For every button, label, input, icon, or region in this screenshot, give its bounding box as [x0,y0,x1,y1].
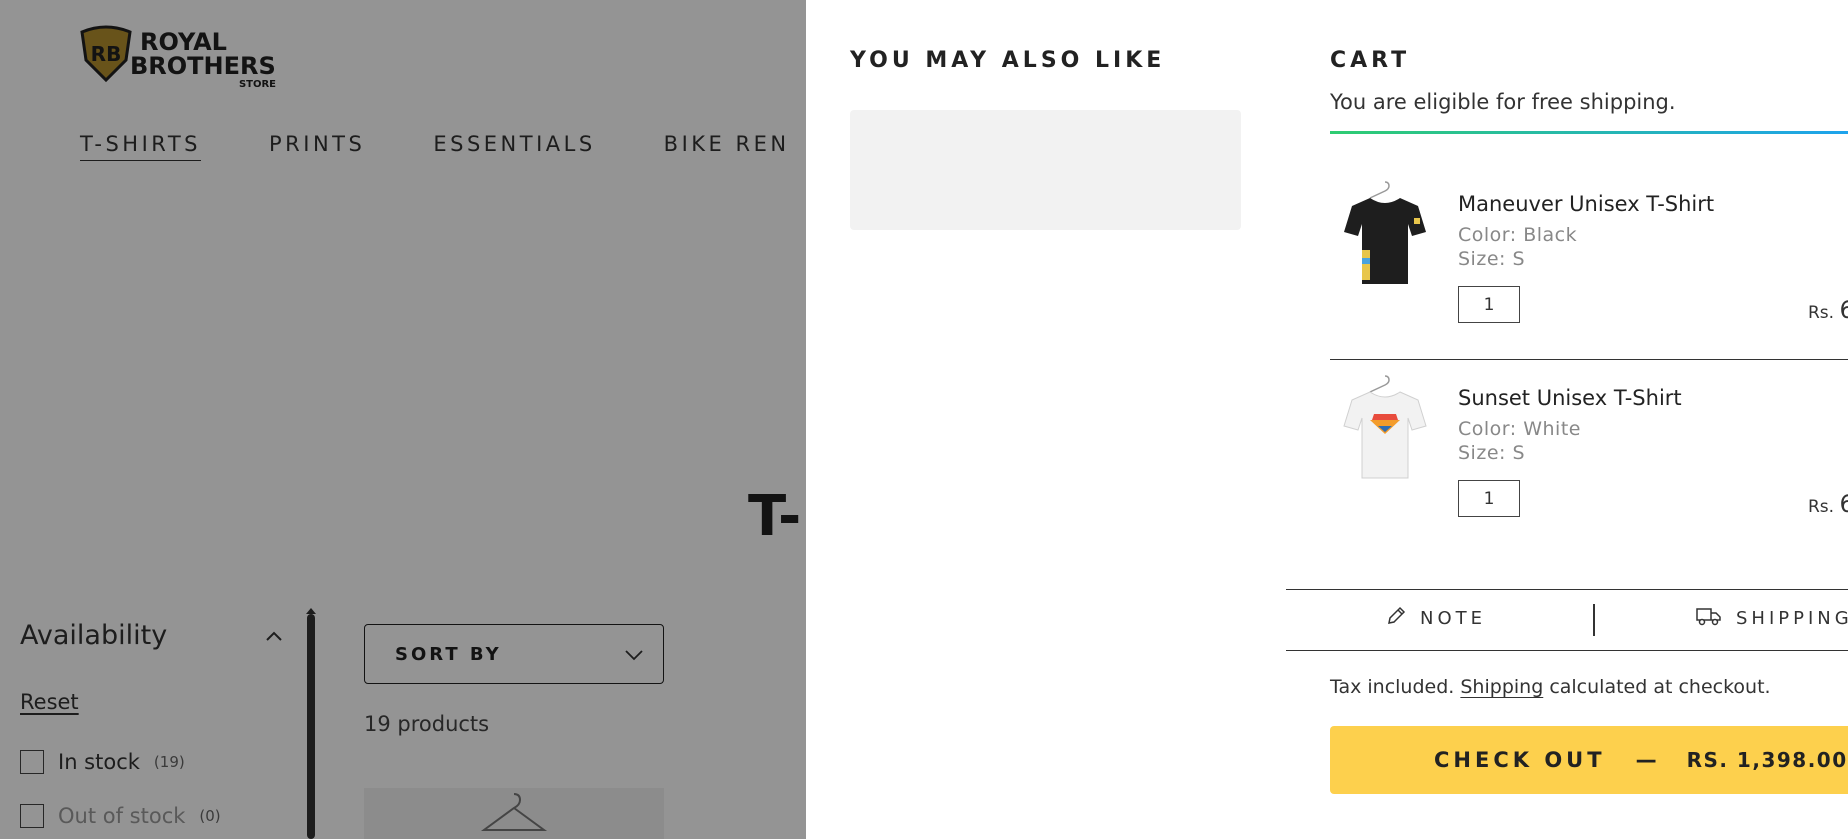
cart-drawer: CART You are eligible for free shipping.… [1286,0,1848,839]
price-value: 6 [1839,490,1848,518]
cart-item-color: Color: White [1458,418,1581,440]
checkout-separator: — [1635,748,1657,772]
cart-item: Maneuver Unisex T-Shirt Color: Black Siz… [1330,170,1848,360]
cart-title: CART [1330,48,1411,73]
tools-divider [1593,604,1595,636]
price-currency: Rs. [1808,497,1835,517]
quantity-input[interactable] [1458,286,1520,323]
cart-item-price: Rs. 6 [1808,296,1848,324]
cart-item: Sunset Unisex T-Shirt Color: White Size:… [1330,364,1848,554]
tax-note: Tax included. Shipping calculated at che… [1330,676,1771,698]
shipping-estimate-button[interactable]: SHIPPING [1696,606,1848,631]
product-thumbnail[interactable] [1340,374,1430,484]
checkout-button[interactable]: CHECK OUT — RS. 1,398.00 [1330,726,1848,794]
tax-note-suffix: calculated at checkout. [1549,676,1771,698]
upsell-product-placeholder [850,110,1241,230]
upsell-panel: YOU MAY ALSO LIKE [806,0,1286,839]
cart-tools-bar: NOTE SHIPPING [1286,589,1848,651]
cart-item-name[interactable]: Sunset Unisex T-Shirt [1458,386,1682,410]
price-currency: Rs. [1808,303,1835,323]
cart-item-color: Color: Black [1458,224,1578,246]
quantity-input[interactable] [1458,480,1520,517]
product-thumbnail[interactable] [1340,180,1430,290]
note-button[interactable]: NOTE [1386,606,1486,631]
free-shipping-progress-bar [1330,131,1848,134]
cart-item-size: Size: S [1458,442,1526,464]
truck-icon [1696,606,1722,631]
cart-item-size: Size: S [1458,248,1526,270]
tax-note-prefix: Tax included. [1330,676,1455,698]
pencil-icon [1386,606,1406,631]
checkout-total: RS. 1,398.00 [1686,748,1848,772]
shipping-policy-link[interactable]: Shipping [1460,676,1543,698]
free-shipping-progress-fill [1330,131,1848,134]
cart-item-price: Rs. 6 [1808,490,1848,518]
price-value: 6 [1839,296,1848,324]
checkout-label: CHECK OUT [1434,748,1606,772]
cart-item-name[interactable]: Maneuver Unisex T-Shirt [1458,192,1714,216]
note-label: NOTE [1420,608,1487,629]
upsell-title: YOU MAY ALSO LIKE [850,48,1166,73]
free-shipping-message: You are eligible for free shipping. [1330,90,1676,114]
shipping-label: SHIPPING [1736,608,1848,629]
